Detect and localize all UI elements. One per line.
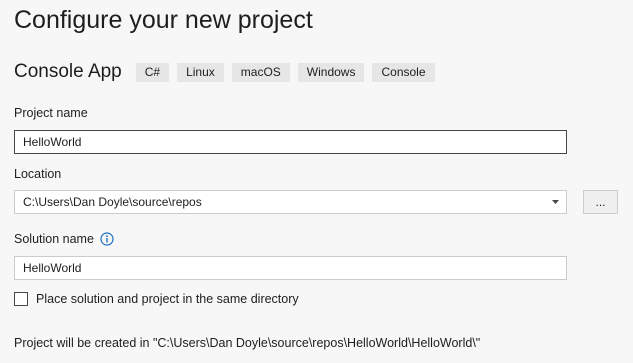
solution-name-input[interactable] <box>14 256 567 280</box>
tag-project-type: Console <box>372 62 435 82</box>
page-title: Configure your new project <box>14 6 313 34</box>
same-directory-label[interactable]: Place solution and project in the same d… <box>36 292 299 306</box>
same-directory-option[interactable]: Place solution and project in the same d… <box>14 292 299 306</box>
info-icon[interactable] <box>100 232 114 246</box>
tag-platform-linux: Linux <box>177 62 224 82</box>
template-tags: C# Linux macOS Windows Console <box>135 62 443 82</box>
tag-platform-windows: Windows <box>297 62 365 82</box>
tag-language: C# <box>135 62 170 82</box>
project-name-label: Project name <box>14 106 88 120</box>
project-name-input[interactable] <box>14 130 567 154</box>
same-directory-checkbox[interactable] <box>14 292 28 306</box>
solution-name-label-row: Solution name <box>14 232 114 246</box>
tag-platform-macos: macOS <box>231 62 290 82</box>
chevron-down-icon[interactable] <box>548 200 562 204</box>
location-combobox[interactable]: C:\Users\Dan Doyle\source\repos <box>14 190 567 214</box>
template-header: Console App C# Linux macOS Windows Conso… <box>14 61 443 83</box>
project-path-summary: Project will be created in "C:\Users\Dan… <box>14 336 481 350</box>
location-label: Location <box>14 167 62 181</box>
location-value: C:\Users\Dan Doyle\source\repos <box>23 195 202 209</box>
browse-button[interactable]: ... <box>583 190 618 214</box>
solution-name-label: Solution name <box>14 232 94 246</box>
template-name: Console App <box>14 61 122 82</box>
